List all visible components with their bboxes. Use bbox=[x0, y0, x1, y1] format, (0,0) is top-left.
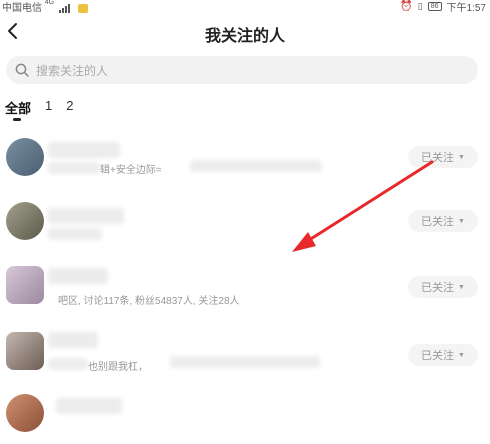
caret-down-icon: ▼ bbox=[458, 351, 465, 359]
vibrate-icon: ▯ bbox=[417, 1, 423, 11]
desc-blurred bbox=[48, 358, 88, 370]
followed-label: 已关注 bbox=[421, 350, 455, 362]
search-input[interactable] bbox=[34, 56, 458, 86]
followed-button[interactable]: 已关注 ▼ bbox=[408, 146, 478, 168]
tab-all[interactable]: 全部 bbox=[5, 98, 31, 121]
list-item[interactable]: 吧区, 讨论117条, 粉丝54837人, 关注28人 已关注 ▼ bbox=[0, 262, 490, 318]
desc-blurred bbox=[170, 356, 320, 368]
battery-icon: 86 bbox=[427, 2, 442, 11]
caret-down-icon: ▼ bbox=[458, 283, 465, 291]
caret-down-icon: ▼ bbox=[458, 153, 465, 161]
list-item[interactable]: 已关注 ▼ bbox=[0, 196, 490, 252]
desc-blurred bbox=[48, 162, 100, 174]
network-label: 4G bbox=[44, 0, 55, 6]
name-blurred bbox=[48, 268, 108, 284]
followed-label: 已关注 bbox=[421, 282, 455, 294]
name-blurred bbox=[48, 332, 98, 348]
status-bar: 中国电信 4G ⏰ ▯ 86 下午1:57 bbox=[0, 0, 490, 14]
status-left: 中国电信 4G bbox=[2, 0, 88, 14]
avatar[interactable] bbox=[6, 266, 44, 304]
list-item[interactable]: 也别跟我杠， 已关注 ▼ bbox=[0, 328, 490, 384]
user-description: 也别跟我杠， bbox=[88, 362, 148, 373]
tab-group-2[interactable]: 2 bbox=[66, 98, 73, 120]
search-box[interactable] bbox=[6, 56, 478, 86]
group-tabs: 全部 1 2 bbox=[5, 98, 73, 121]
followed-button[interactable]: 已关注 ▼ bbox=[408, 344, 478, 366]
followed-button[interactable]: 已关注 ▼ bbox=[408, 276, 478, 298]
avatar[interactable] bbox=[6, 332, 44, 370]
nav-bar: 我关注的人 bbox=[0, 16, 490, 50]
avatar[interactable] bbox=[6, 394, 44, 432]
alarm-icon: ⏰ bbox=[400, 1, 413, 12]
name-blurred bbox=[48, 208, 124, 224]
desc-blurred bbox=[48, 228, 102, 240]
desc-blurred bbox=[190, 160, 322, 172]
time-label: 下午1:57 bbox=[446, 3, 486, 14]
status-right: ⏰ ▯ 86 下午1:57 bbox=[400, 0, 486, 14]
app-notification-icon bbox=[77, 3, 88, 13]
followed-label: 已关注 bbox=[421, 216, 455, 228]
user-description: 辑+安全边际= bbox=[100, 165, 162, 176]
list-item[interactable]: 辑+安全边际= 已关注 ▼ bbox=[0, 130, 490, 186]
caret-down-icon: ▼ bbox=[458, 217, 465, 225]
name-blurred bbox=[56, 398, 122, 414]
avatar[interactable] bbox=[6, 138, 44, 176]
signal-icon bbox=[58, 3, 73, 13]
list-item[interactable] bbox=[0, 388, 490, 444]
followed-label: 已关注 bbox=[421, 152, 455, 164]
user-description: 吧区, 讨论117条, 粉丝54837人, 关注28人 bbox=[58, 296, 240, 307]
avatar[interactable] bbox=[6, 202, 44, 240]
page-title: 我关注的人 bbox=[204, 28, 285, 45]
followed-button[interactable]: 已关注 ▼ bbox=[408, 210, 478, 232]
search-icon bbox=[15, 63, 29, 77]
carrier-label: 中国电信 bbox=[2, 3, 42, 14]
name-blurred bbox=[48, 142, 120, 158]
tab-group-1[interactable]: 1 bbox=[45, 98, 52, 120]
